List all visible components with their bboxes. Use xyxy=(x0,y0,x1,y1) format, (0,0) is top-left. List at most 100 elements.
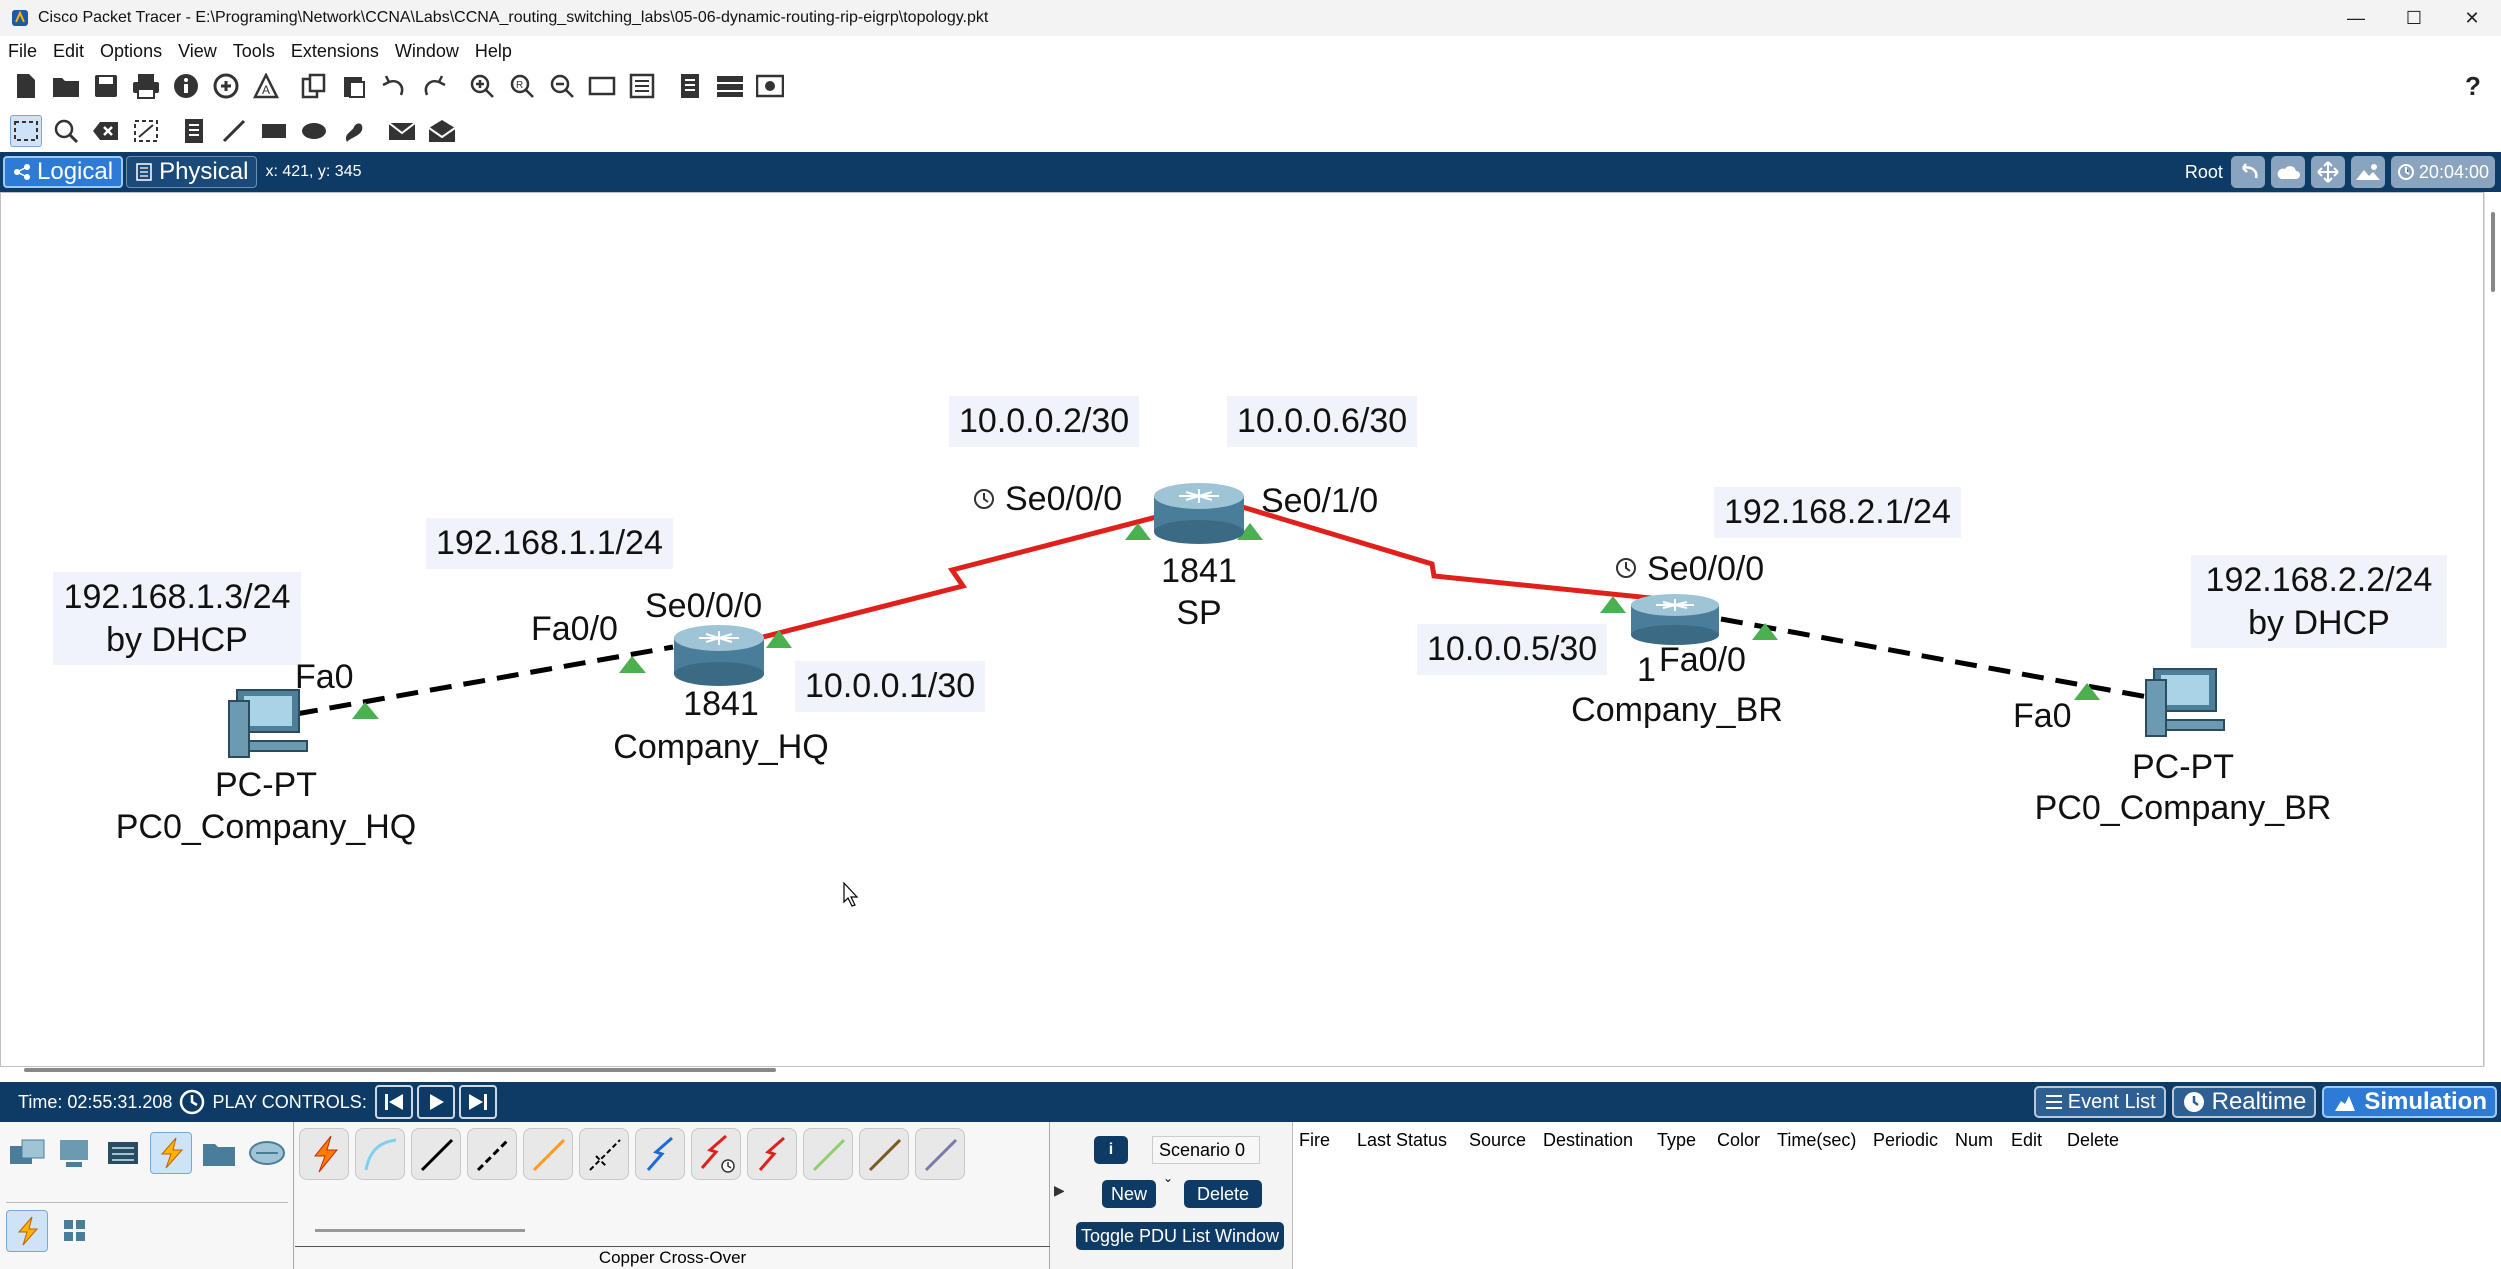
menu-edit[interactable]: Edit xyxy=(53,41,84,62)
step-back-button[interactable] xyxy=(374,1085,413,1119)
vertical-scroll-thumb[interactable] xyxy=(2491,212,2495,292)
device-template-icon[interactable] xyxy=(714,70,746,102)
router-company-hq-icon[interactable] xyxy=(674,625,764,686)
scenario-info-icon[interactable]: i xyxy=(1094,1136,1128,1164)
drawing-palette-icon[interactable] xyxy=(586,70,618,102)
col-periodic: Periodic xyxy=(1873,1130,1939,1150)
print-icon[interactable] xyxy=(130,70,162,102)
pc-company-br-icon[interactable] xyxy=(2145,668,2225,737)
close-button[interactable]: ✕ xyxy=(2443,0,2501,36)
maximize-button[interactable]: ☐ xyxy=(2385,0,2443,36)
open-folder-icon[interactable] xyxy=(50,70,82,102)
connections-category-icon[interactable] xyxy=(150,1132,192,1174)
cluster-cloud-icon[interactable] xyxy=(2270,156,2305,188)
step-forward-button[interactable] xyxy=(458,1085,497,1119)
realtime-mode-button[interactable]: Realtime xyxy=(2171,1086,2317,1118)
add-complex-pdu-icon[interactable] xyxy=(426,115,458,147)
workspace-horizontal-scrollbar[interactable] xyxy=(0,1062,2484,1078)
router-br-fa-port-label: Fa0/0 xyxy=(1659,641,1746,679)
draw-rectangle-icon[interactable] xyxy=(258,115,290,147)
copper-cross-over-icon[interactable] xyxy=(467,1128,517,1180)
delete-scenario-button[interactable]: Delete xyxy=(1184,1180,1262,1208)
zoom-out-icon[interactable] xyxy=(546,70,578,102)
components-category-icon[interactable] xyxy=(102,1132,144,1174)
reset-timer-icon[interactable] xyxy=(178,1088,206,1116)
workspace-vertical-scrollbar[interactable] xyxy=(2484,192,2501,1067)
serial-dte-icon[interactable] xyxy=(747,1128,797,1180)
delete-tool-icon[interactable] xyxy=(90,115,122,147)
link-up-indicator xyxy=(352,702,379,719)
copper-straight-through-icon[interactable] xyxy=(411,1128,461,1180)
screenshot-icon[interactable] xyxy=(754,70,786,102)
menu-help[interactable]: Help xyxy=(475,41,512,62)
menu-tools[interactable]: Tools xyxy=(233,41,275,62)
tab-logical[interactable]: Logical xyxy=(3,156,124,188)
usb-cable-icon[interactable] xyxy=(915,1128,965,1180)
menu-options[interactable]: Options xyxy=(100,41,162,62)
connections-scrollbar[interactable] xyxy=(315,1229,525,1232)
resize-tool-icon[interactable] xyxy=(130,115,162,147)
draw-ellipse-icon[interactable] xyxy=(298,115,330,147)
menu-window[interactable]: Window xyxy=(395,41,459,62)
draw-line-icon[interactable] xyxy=(218,115,250,147)
toggle-pdu-list-button[interactable]: Toggle PDU List Window xyxy=(1076,1222,1284,1250)
paste-icon[interactable] xyxy=(338,70,370,102)
fiber-cable-icon[interactable] xyxy=(523,1128,573,1180)
grid-subcategory-icon[interactable] xyxy=(54,1210,96,1252)
end-devices-category-icon[interactable] xyxy=(54,1132,96,1174)
menu-file[interactable]: File xyxy=(8,41,37,62)
coaxial-cable-icon[interactable] xyxy=(635,1128,685,1180)
inspect-tool-icon[interactable] xyxy=(50,115,82,147)
miscellaneous-category-icon[interactable] xyxy=(198,1132,240,1174)
activity-wizard-icon[interactable]: A xyxy=(250,70,282,102)
pc-company-hq-icon[interactable] xyxy=(228,689,308,758)
octal-cable-icon[interactable] xyxy=(803,1128,853,1180)
info-icon[interactable] xyxy=(170,70,202,102)
zoom-in-icon[interactable] xyxy=(466,70,498,102)
simulation-mode-button[interactable]: Simulation xyxy=(2322,1086,2497,1118)
horizontal-scroll-thumb[interactable] xyxy=(24,1068,776,1072)
viewport-clock[interactable]: 20:04:00 xyxy=(2390,156,2495,188)
copy-icon[interactable] xyxy=(298,70,330,102)
dce-clock-icon xyxy=(974,489,994,509)
logical-workspace[interactable]: 192.168.1.3/24 by DHCP Fa0 PC-PT PC0_Comp… xyxy=(0,192,2484,1067)
play-button[interactable] xyxy=(416,1085,455,1119)
select-tool-icon[interactable] xyxy=(10,115,42,147)
undo-icon[interactable] xyxy=(378,70,410,102)
custom-devices-icon[interactable] xyxy=(626,70,658,102)
menu-view[interactable]: View xyxy=(178,41,217,62)
menu-extensions[interactable]: Extensions xyxy=(291,41,379,62)
device-category-panel xyxy=(0,1122,294,1269)
zoom-reset-icon[interactable]: R xyxy=(506,70,538,102)
router-sp-icon[interactable] xyxy=(1154,483,1244,544)
auto-connection-icon[interactable] xyxy=(299,1128,349,1180)
console-cable-icon[interactable] xyxy=(355,1128,405,1180)
tab-physical[interactable]: Physical xyxy=(126,156,258,188)
redo-icon[interactable] xyxy=(418,70,450,102)
serial-dce-icon[interactable] xyxy=(691,1128,741,1180)
move-object-icon[interactable] xyxy=(2310,156,2345,188)
new-file-icon[interactable] xyxy=(10,70,42,102)
help-icon[interactable]: ? xyxy=(2459,71,2487,101)
multiuser-category-icon[interactable] xyxy=(246,1132,288,1174)
network-devices-category-icon[interactable] xyxy=(6,1132,48,1174)
simulation-label: Simulation xyxy=(2364,1088,2487,1115)
col-type: Type xyxy=(1657,1130,1697,1150)
back-navigation-icon[interactable] xyxy=(2230,156,2265,188)
minimize-button[interactable]: — xyxy=(2327,0,2385,36)
scenario-dropdown[interactable]: Scenario 0 ⌄ xyxy=(1152,1136,1260,1185)
set-background-icon[interactable] xyxy=(2350,156,2385,188)
iot-custom-cable-icon[interactable] xyxy=(859,1128,909,1180)
router-company-br-icon[interactable] xyxy=(1631,594,1719,645)
add-simple-pdu-icon[interactable] xyxy=(386,115,418,147)
network-wizard-icon[interactable] xyxy=(210,70,242,102)
phone-cable-icon[interactable] xyxy=(579,1128,629,1180)
new-scenario-button[interactable]: New xyxy=(1102,1180,1156,1208)
pc-hq-ip-label: 192.168.1.3/24 by DHCP xyxy=(53,572,301,665)
event-list-button[interactable]: Event List xyxy=(2033,1086,2166,1118)
place-note-icon[interactable] xyxy=(178,115,210,147)
freeform-icon[interactable] xyxy=(338,115,370,147)
connections-subcategory-icon[interactable] xyxy=(6,1210,48,1252)
pdu-viewer-icon[interactable] xyxy=(674,70,706,102)
save-icon[interactable] xyxy=(90,70,122,102)
